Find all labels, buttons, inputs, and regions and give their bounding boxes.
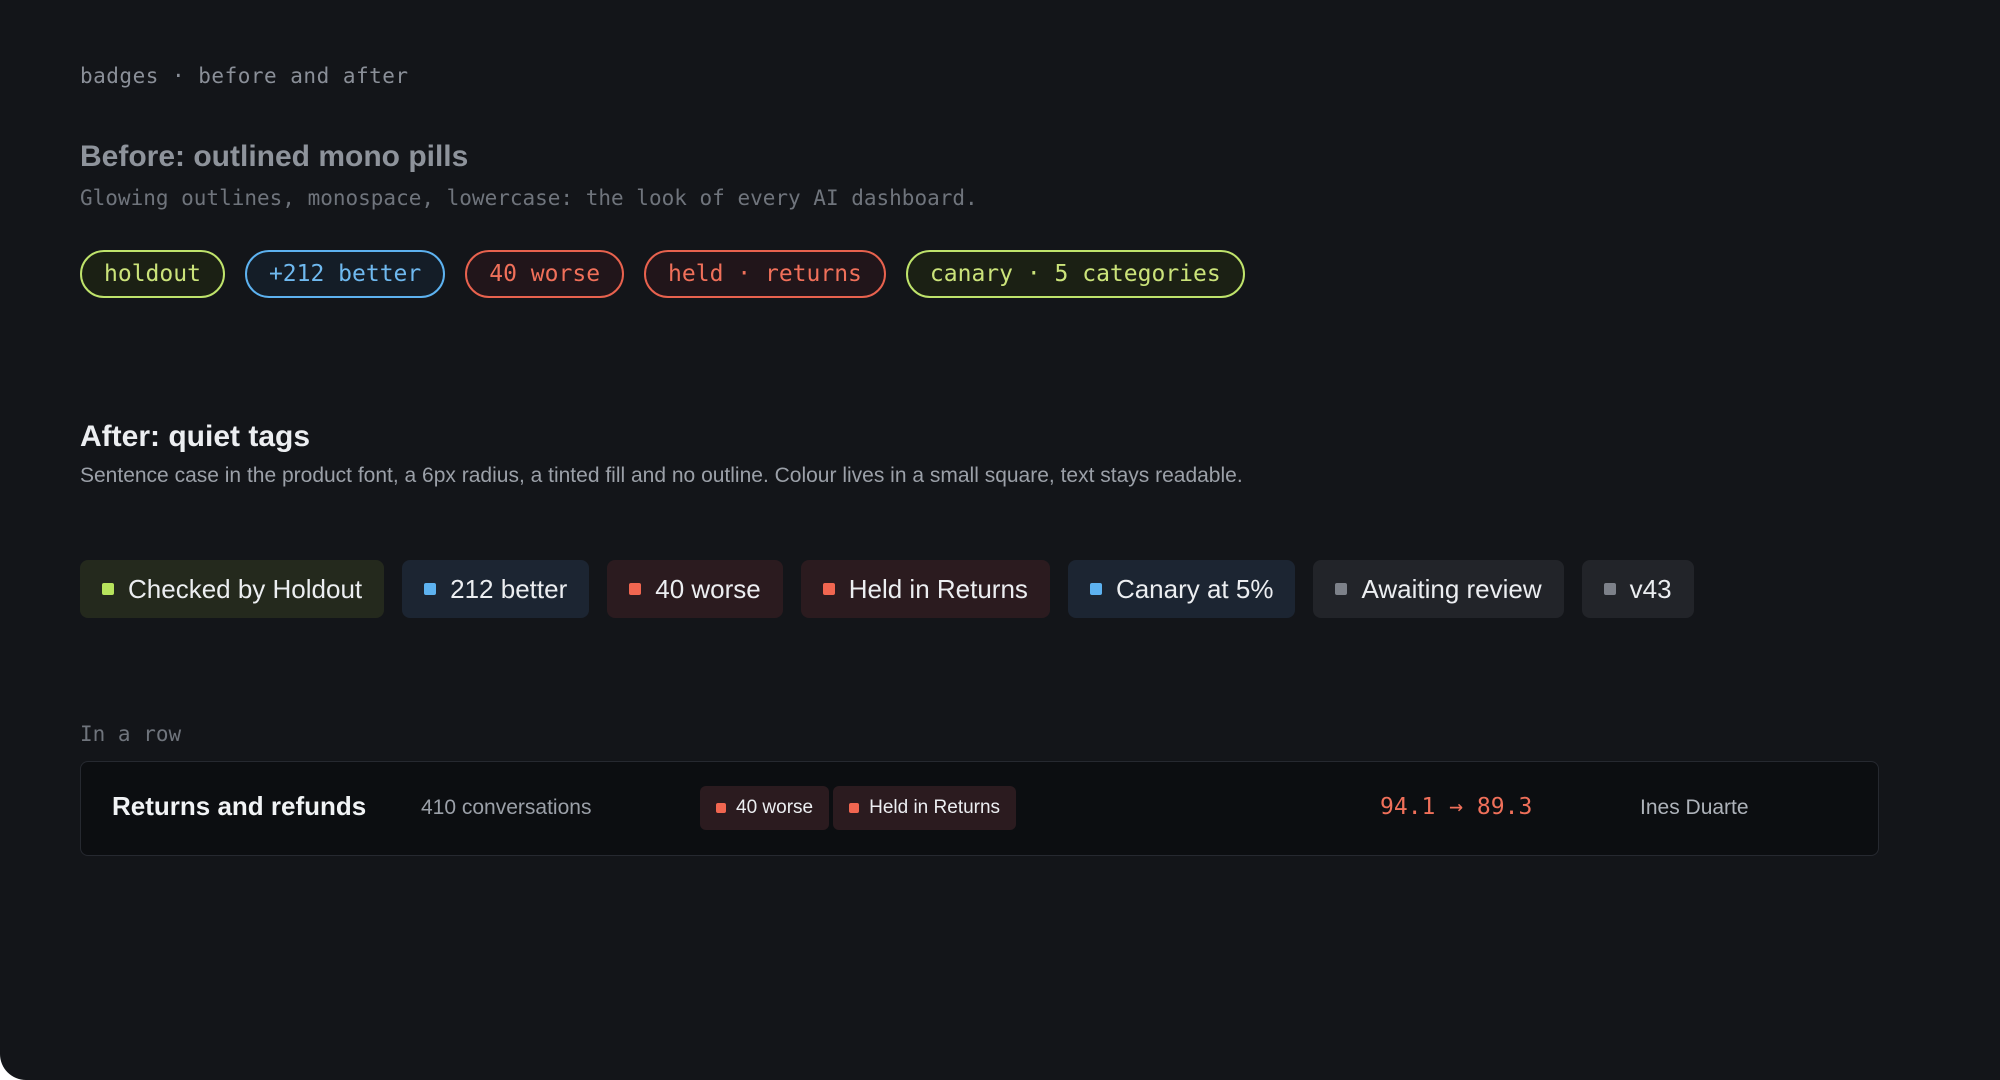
tag-version: v43: [1581, 560, 1694, 618]
before-section-title: Before: outlined mono pills: [80, 140, 469, 173]
eyebrow-label: badges · before and after: [80, 64, 409, 88]
status-square-icon: [1335, 583, 1348, 595]
table-row[interactable]: Returns and refunds 410 conversations 40…: [80, 761, 1879, 856]
quiet-tag-row: Checked by Holdout 212 better 40 worse H…: [80, 560, 1694, 618]
pill-holdout: holdout: [80, 250, 225, 298]
row-example-label: In a row: [80, 722, 182, 746]
status-square-icon: [424, 583, 437, 595]
pill-better: +212 better: [244, 250, 446, 298]
after-section-title: After: quiet tags: [80, 420, 311, 453]
tag-label: 212 better: [450, 573, 568, 604]
tag-label: Canary at 5%: [1115, 573, 1274, 604]
outlined-pill-row: holdout +212 better 40 worse held · retu…: [80, 250, 1245, 298]
row-tags: 40 worse Held in Returns: [700, 786, 1017, 830]
tag-held-in-returns: Held in Returns: [833, 786, 1017, 830]
row-score-change: 94.1 → 89.3: [1380, 794, 1533, 820]
tag-checked-by-holdout: Checked by Holdout: [80, 560, 385, 618]
pill-worse: 40 worse: [465, 250, 625, 298]
pill-held-returns: held · returns: [644, 250, 886, 298]
status-square-icon: [716, 803, 726, 813]
status-square-icon: [1603, 583, 1616, 595]
tag-label: Checked by Holdout: [128, 573, 363, 604]
tag-label: 40 worse: [736, 797, 814, 818]
status-square-icon: [1089, 583, 1102, 595]
row-owner: Ines Duarte: [1640, 796, 1749, 819]
tag-canary: Canary at 5%: [1067, 560, 1296, 618]
tag-worse: 40 worse: [700, 786, 830, 830]
row-conversation-count: 410 conversations: [421, 796, 592, 819]
status-square-icon: [822, 583, 835, 595]
status-square-icon: [849, 803, 860, 813]
tag-better: 212 better: [402, 560, 590, 618]
pill-canary: canary · 5 categories: [905, 250, 1245, 298]
tag-worse: 40 worse: [607, 560, 783, 618]
status-square-icon: [629, 583, 642, 595]
canvas: badges · before and after Before: outlin…: [0, 0, 2000, 1080]
after-section-subtitle: Sentence case in the product font, a 6px…: [80, 464, 1243, 487]
status-square-icon: [102, 583, 114, 595]
tag-label: Held in Returns: [869, 797, 1001, 818]
tag-held-in-returns: Held in Returns: [800, 560, 1050, 618]
row-category-name: Returns and refunds: [112, 791, 367, 821]
tag-label: v43: [1629, 573, 1672, 604]
tag-label: Held in Returns: [848, 573, 1028, 604]
tag-label: 40 worse: [655, 573, 761, 604]
tag-awaiting-review: Awaiting review: [1313, 560, 1564, 618]
tag-label: Awaiting review: [1361, 573, 1542, 604]
before-section-subtitle: Glowing outlines, monospace, lowercase: …: [80, 186, 978, 210]
